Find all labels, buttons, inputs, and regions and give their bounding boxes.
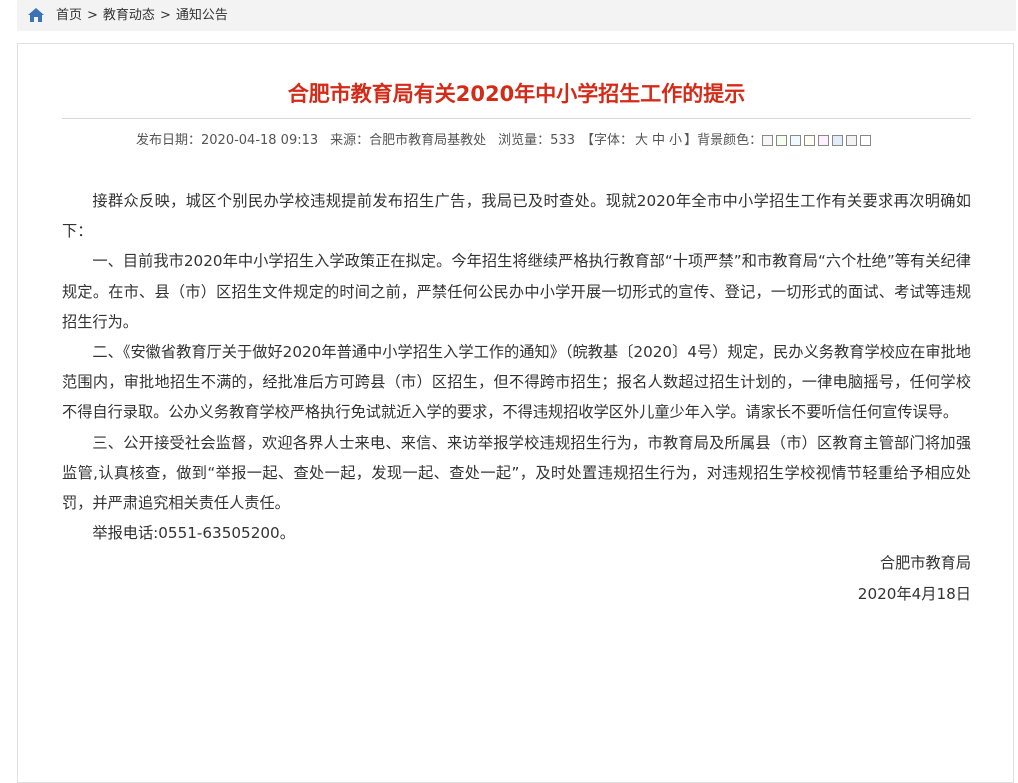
article-body: 接群众反映，城区个别民办学校违规提前发布招生广告，我局已及时查处。现就2020年… xyxy=(62,186,971,609)
bg-color-swatch[interactable] xyxy=(818,135,830,146)
breadcrumb-section-link[interactable]: 教育动态 xyxy=(103,8,155,23)
publish-date: 发布日期：2020-04-18 09:13 xyxy=(136,133,319,148)
bg-color-swatch[interactable] xyxy=(832,135,844,146)
font-size-small-button[interactable]: 小 xyxy=(669,133,682,148)
view-count: 浏览量：533 xyxy=(498,133,575,148)
article-paragraph: 一、目前我市2020年中小学招生入学政策正在拟定。今年招生将继续严格执行教育部“… xyxy=(62,252,971,331)
bg-color-swatch[interactable] xyxy=(790,135,802,146)
breadcrumb: 首页 > 教育动态 > 通知公告 xyxy=(17,0,1016,31)
article-paragraph: 二、《安徽省教育厅关于做好2020年普通中小学招生入学工作的通知》（皖教基〔20… xyxy=(62,343,971,422)
breadcrumb-home-link[interactable]: 首页 xyxy=(56,8,82,23)
article-date: 2020年4月18日 xyxy=(857,584,971,603)
font-size-prefix: 【字体： xyxy=(581,133,634,148)
article-source: 来源：合肥市教育局基教处 xyxy=(330,133,487,148)
bg-color-swatch[interactable] xyxy=(762,135,774,146)
breadcrumb-separator: > xyxy=(87,8,98,23)
bg-color-swatch[interactable] xyxy=(804,135,816,146)
bg-color-swatch[interactable] xyxy=(846,135,858,146)
article-paragraph: 三、公开接受社会监督，欢迎各界人士来电、来信、来访举报学校违规招生行为，市教育局… xyxy=(62,433,971,513)
bg-color-label: 背景颜色： xyxy=(697,133,763,148)
bg-color-swatch[interactable] xyxy=(776,135,788,146)
breadcrumb-separator: > xyxy=(159,8,171,23)
home-icon[interactable] xyxy=(27,7,45,23)
breadcrumb-links: 首页 > 教育动态 > 通知公告 xyxy=(56,0,228,31)
font-size-medium-button[interactable]: 中 xyxy=(652,133,665,148)
article-paragraph: 举报电话:0551-63505200。 xyxy=(92,524,295,543)
article-paragraph: 接群众反映，城区个别民办学校违规提前发布招生广告，我局已及时查处。现就2020年… xyxy=(62,192,971,241)
font-size-suffix: 】 xyxy=(684,133,698,148)
title-divider xyxy=(62,118,971,119)
article-signature: 合肥市教育局 xyxy=(879,554,971,573)
breadcrumb-current-link[interactable]: 通知公告 xyxy=(176,8,228,23)
bg-color-swatches xyxy=(762,133,874,148)
font-size-large-button[interactable]: 大 xyxy=(635,133,648,148)
bg-color-swatch[interactable] xyxy=(860,135,872,146)
article-title: 合肥市教育局有关2020年中小学招生工作的提示 xyxy=(287,82,746,106)
article-meta: 发布日期：2020-04-18 09:13 来源：合肥市教育局基教处 浏览量：533… xyxy=(136,132,874,150)
